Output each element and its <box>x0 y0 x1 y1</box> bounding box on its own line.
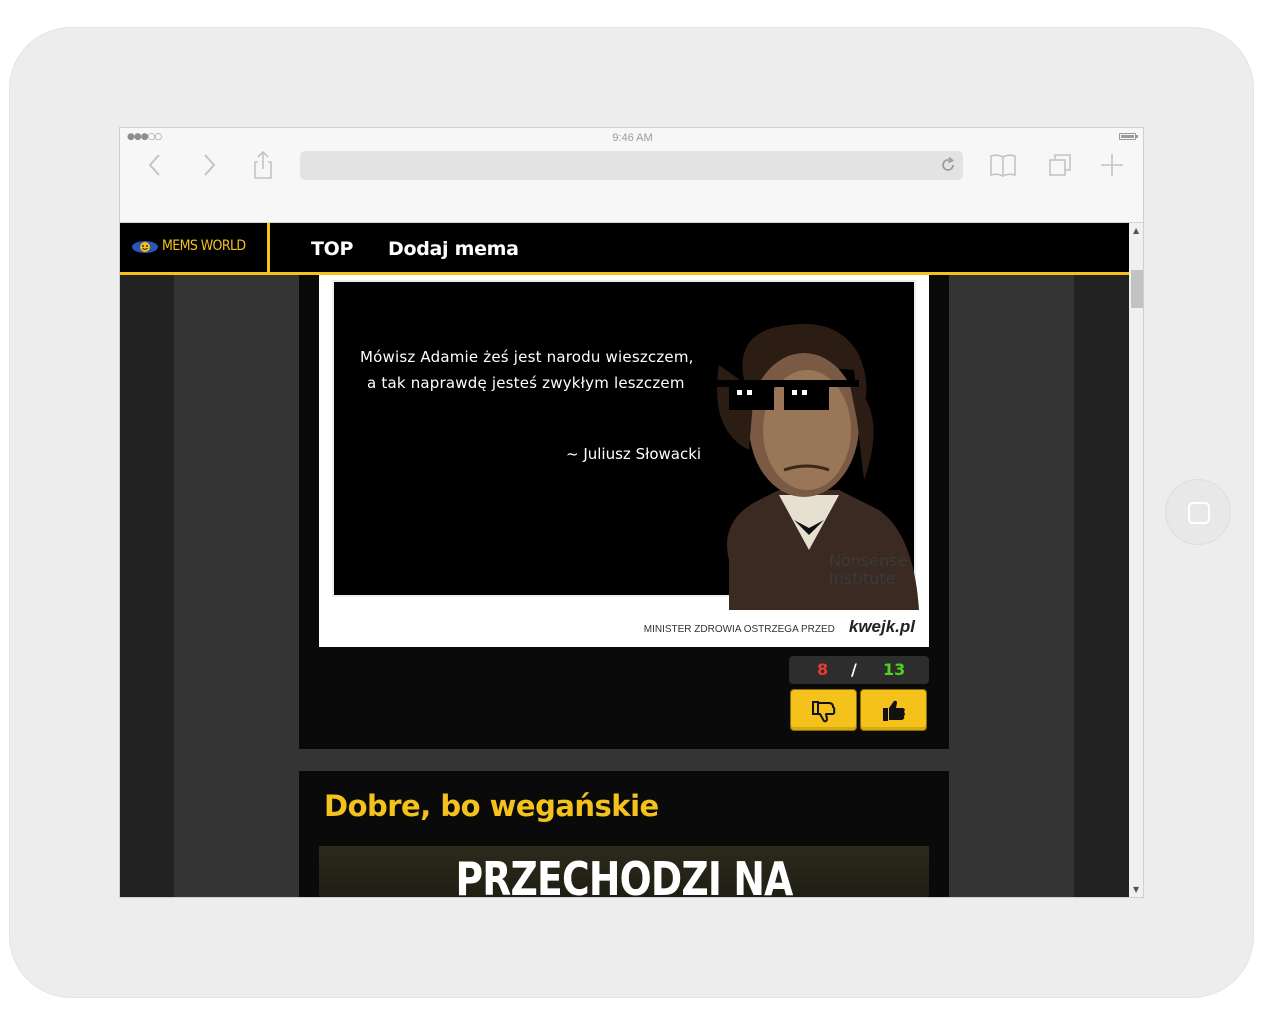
votes-down-count: 8 <box>817 660 829 679</box>
scroll-up-icon[interactable]: ▲ <box>1133 226 1139 235</box>
post-title[interactable]: Dobre, bo wegańskie <box>324 789 659 823</box>
share-icon[interactable] <box>246 148 280 182</box>
new-tab-icon[interactable] <box>1095 148 1129 182</box>
home-button-icon <box>1188 502 1210 524</box>
thumbs-up-icon <box>883 700 905 721</box>
vote-counter: 8 / 13 <box>789 656 929 684</box>
forward-icon[interactable] <box>192 148 226 182</box>
meme-panel: Mówisz Adamie żeś jest narodu wieszczem,… <box>332 280 919 610</box>
address-bar[interactable] <box>300 151 963 180</box>
back-icon[interactable] <box>138 148 172 182</box>
page-scrollbar[interactable]: ▲ ▼ <box>1129 223 1143 897</box>
site-logo[interactable]: MEMS WORLD <box>120 223 270 272</box>
meme-image[interactable]: Mówisz Adamie żeś jest narodu wieszczem,… <box>319 275 929 647</box>
home-button[interactable] <box>1165 479 1231 545</box>
screen: ●●●○○ 9:46 AM MEMS WORLD TOP Dodaj mema … <box>119 127 1144 898</box>
nav-add-meme[interactable]: Dodaj mema <box>388 238 519 260</box>
like-button[interactable] <box>860 689 927 731</box>
votes-up-count: 13 <box>883 660 906 679</box>
site-navbar: MEMS WORLD TOP Dodaj mema <box>120 223 1129 275</box>
votes-separator: / <box>851 660 857 679</box>
meme-footer: MINISTER ZDROWIA OSTRZEGA PRZED kwejk.pl <box>644 617 915 637</box>
post-card: Mówisz Adamie żeś jest narodu wieszczem,… <box>299 275 949 749</box>
status-time: 9:46 AM <box>612 132 653 144</box>
dislike-button[interactable] <box>790 689 857 731</box>
logo-text: MEMS WORLD <box>162 238 246 254</box>
meme-image[interactable]: PRZECHODZI NA <box>319 846 929 898</box>
meme-quote-line-2: a tak naprawdę jesteś zwykłym leszczem <box>367 374 685 392</box>
thumbs-down-icon <box>812 701 836 723</box>
post-card: Dobre, bo wegańskie PRZECHODZI NA <box>299 771 949 898</box>
battery-icon <box>1119 133 1138 140</box>
scroll-thumb[interactable] <box>1131 270 1143 308</box>
nav-top[interactable]: TOP <box>311 238 353 260</box>
scroll-down-icon[interactable]: ▼ <box>1133 885 1139 894</box>
meme-quote: Mówisz Adamie żeś jest narodu wieszczem,… <box>360 344 694 396</box>
meme-brand: kwejk.pl <box>848 617 915 636</box>
meme-author: ~ Juliusz Słowacki <box>566 445 702 463</box>
bookmarks-icon[interactable] <box>986 148 1020 182</box>
meme-caption: PRZECHODZI NA <box>455 852 793 898</box>
reload-icon[interactable] <box>939 156 957 174</box>
logo-eye-icon <box>132 241 158 253</box>
meme-watermark: Nonsense Institute <box>829 551 908 588</box>
meme-quote-line-1: Mówisz Adamie żeś jest narodu wieszczem, <box>360 348 694 366</box>
browser-toolbar: ●●●○○ 9:46 AM <box>120 128 1143 223</box>
tabs-icon[interactable] <box>1044 148 1078 182</box>
meme-footer-text: MINISTER ZDROWIA OSTRZEGA PRZED <box>643 624 835 635</box>
